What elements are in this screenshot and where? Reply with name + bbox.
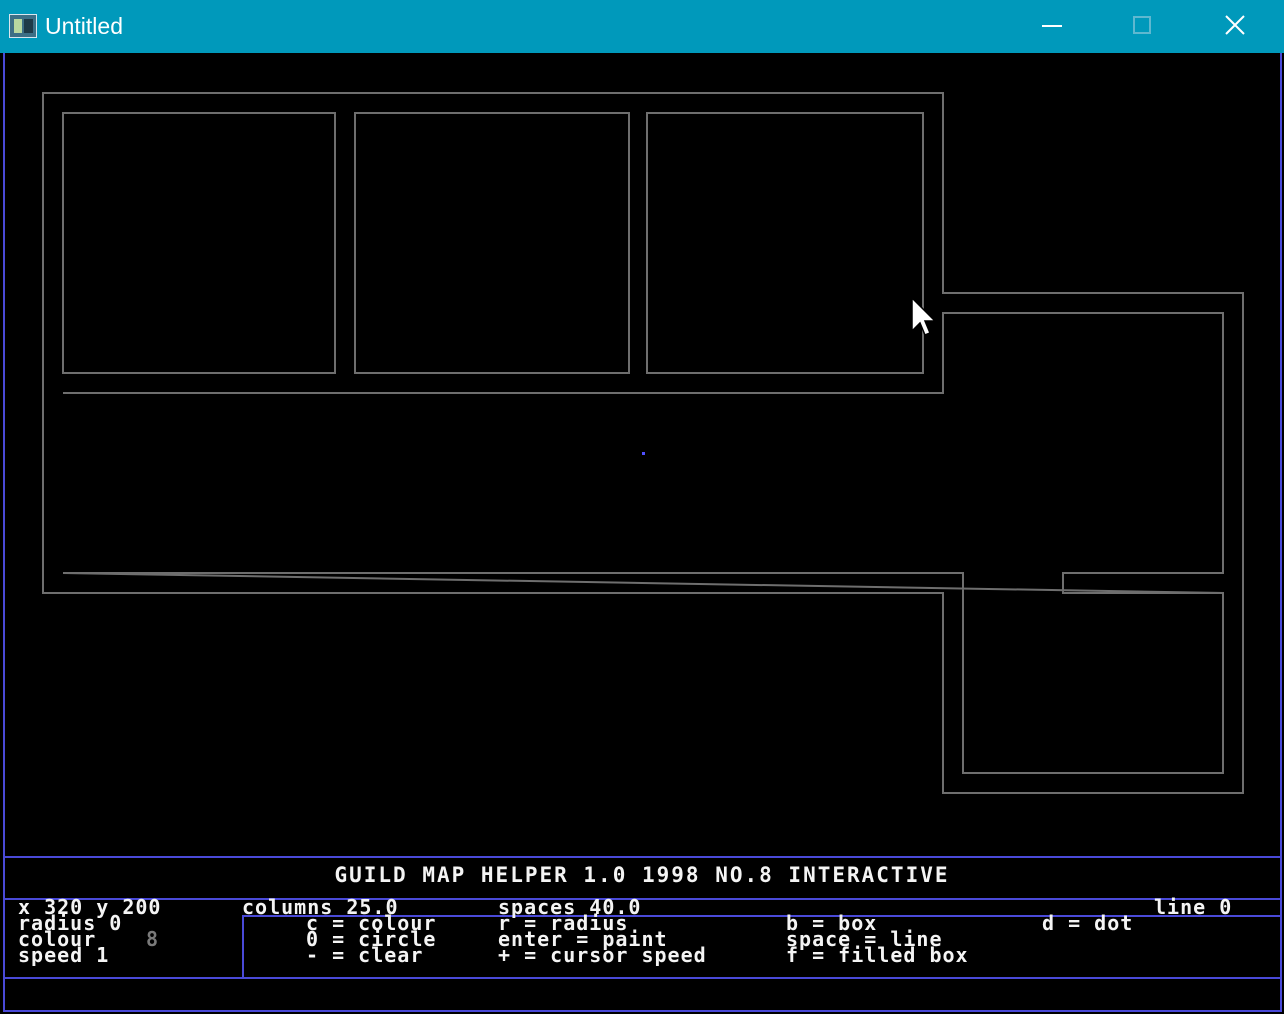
map-canvas[interactable] (0, 0, 1284, 1014)
colour-value: 8 (146, 927, 160, 951)
speed-value: speed 1 (18, 943, 110, 967)
outer-wall (42, 92, 1244, 794)
dot (642, 452, 645, 455)
room-2 (354, 112, 630, 374)
help-dot: d = dot (1042, 911, 1134, 935)
help-box-left (242, 915, 244, 978)
panel-divider-bottom (5, 977, 1281, 979)
mouse-cursor-icon (911, 297, 937, 336)
room-3 (646, 112, 924, 374)
help-cursor-speed: + = cursor speed (498, 943, 707, 967)
line-value: line 0 (1154, 895, 1233, 919)
help-filled-box: f = filled box (786, 943, 969, 967)
corridor-wall (62, 312, 1224, 774)
room-1 (62, 112, 336, 374)
panel-divider-top (5, 856, 1281, 858)
panel-divider-mid (5, 898, 1281, 900)
app-heading: GUILD MAP HELPER 1.0 1998 NO.8 INTERACTI… (334, 863, 950, 887)
help-clear: - = clear (306, 943, 424, 967)
